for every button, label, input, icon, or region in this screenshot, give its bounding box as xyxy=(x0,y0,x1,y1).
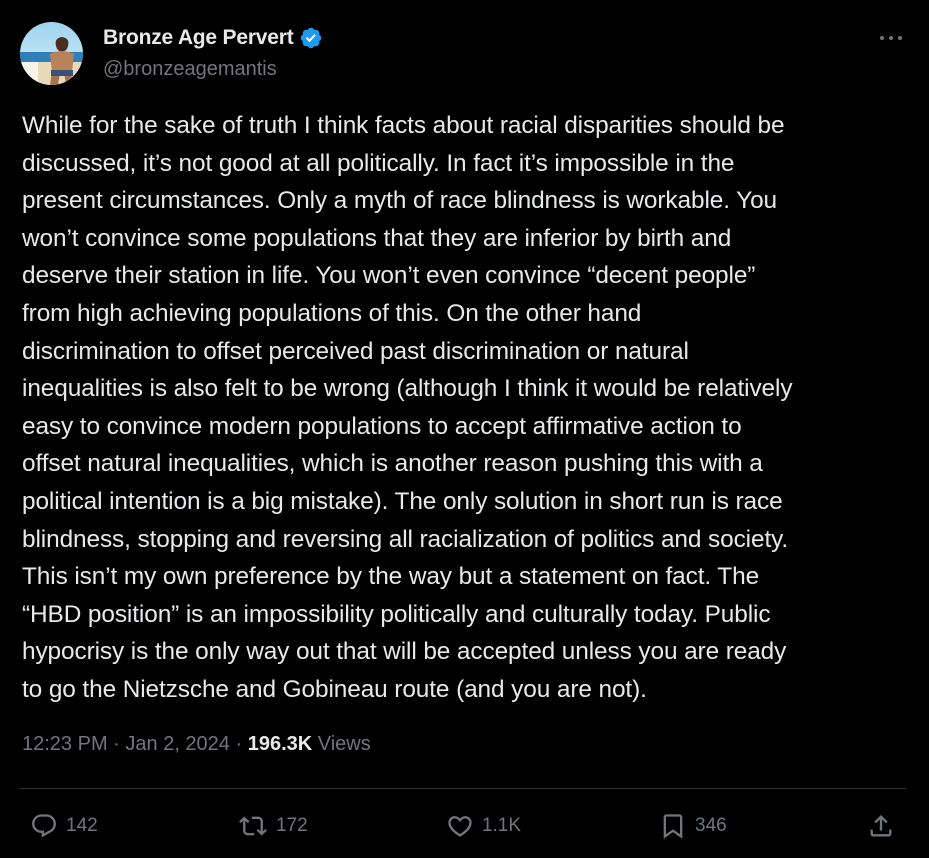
reply-button[interactable]: 142 xyxy=(30,812,100,840)
like-button[interactable]: 1.1K xyxy=(446,812,521,840)
meta-separator: · xyxy=(107,733,126,755)
tweet-text: While for the sake of truth I think fact… xyxy=(22,107,912,709)
tweet-text-line: While for the sake of truth I think fact… xyxy=(22,112,785,139)
tweet-date[interactable]: Jan 2, 2024 xyxy=(125,733,230,756)
tweet-meta: 12:23 PM · Jan 2, 2024 · 196.3K Views xyxy=(22,733,371,756)
tweet-text-line: present circumstances. Only a myth of ra… xyxy=(22,187,777,215)
author-name-row: Bronze Age Pervert xyxy=(103,26,323,50)
tweet-text-line: inequalities is also felt to be wrong (a… xyxy=(22,375,793,403)
avatar[interactable] xyxy=(20,22,83,85)
views-count[interactable]: 196.3K xyxy=(248,733,313,756)
heart-icon xyxy=(446,812,474,840)
meta-separator: · xyxy=(229,733,248,755)
repost-icon xyxy=(238,812,268,840)
tweet-text-line: This isn’t my own preference by the way … xyxy=(22,563,760,591)
divider xyxy=(20,788,907,789)
views-label: Views xyxy=(312,733,371,755)
more-options-icon[interactable] xyxy=(877,26,905,50)
verified-badge-icon[interactable] xyxy=(299,26,323,50)
reply-icon xyxy=(30,812,58,840)
author-handle[interactable]: @bronzeagemantis xyxy=(103,58,277,81)
tweet-text-line: easy to convince modern populations to a… xyxy=(22,412,742,440)
reply-count: 142 xyxy=(66,815,98,836)
share-button[interactable] xyxy=(867,812,895,840)
tweet-time[interactable]: 12:23 PM xyxy=(22,733,108,756)
action-bar: 142 172 1.1K 346 xyxy=(30,808,895,844)
tweet-text-line: deserve their station in life. You won’t… xyxy=(22,262,756,290)
tweet-text-line: political intention is a big mistake). T… xyxy=(22,487,783,515)
tweet-card: Bronze Age Pervert @bronzeagemantis Whil… xyxy=(0,0,929,858)
like-count: 1.1K xyxy=(481,815,522,836)
tweet-text-line: from high achieving populations of this.… xyxy=(22,299,642,327)
avatar-photo-icon xyxy=(20,22,83,85)
tweet-text-line: discrimination to offset perceived past … xyxy=(22,337,689,365)
tweet-text-line: “HBD position” is an impossibility polit… xyxy=(22,600,771,628)
share-icon xyxy=(867,812,895,840)
bookmark-icon xyxy=(659,812,687,840)
tweet-text-line: won’t convince some populations that the… xyxy=(22,224,732,252)
tweet-text-line: offset natural inequalities, which is an… xyxy=(22,450,763,478)
bookmark-button[interactable]: 346 xyxy=(659,812,729,840)
tweet-text-line: to go the Nietzsche and Gobineau route (… xyxy=(22,675,647,703)
display-name[interactable]: Bronze Age Pervert xyxy=(103,26,294,50)
tweet-text-line: blindness, stopping and reversing all ra… xyxy=(22,525,789,553)
tweet-text-line: discussed, it’s not good at all politica… xyxy=(22,149,735,177)
tweet-text-line: hypocrisy is the only way out that will … xyxy=(22,638,787,666)
repost-button[interactable]: 172 xyxy=(238,812,308,840)
bookmark-count: 346 xyxy=(695,815,727,836)
repost-count: 172 xyxy=(275,815,308,836)
